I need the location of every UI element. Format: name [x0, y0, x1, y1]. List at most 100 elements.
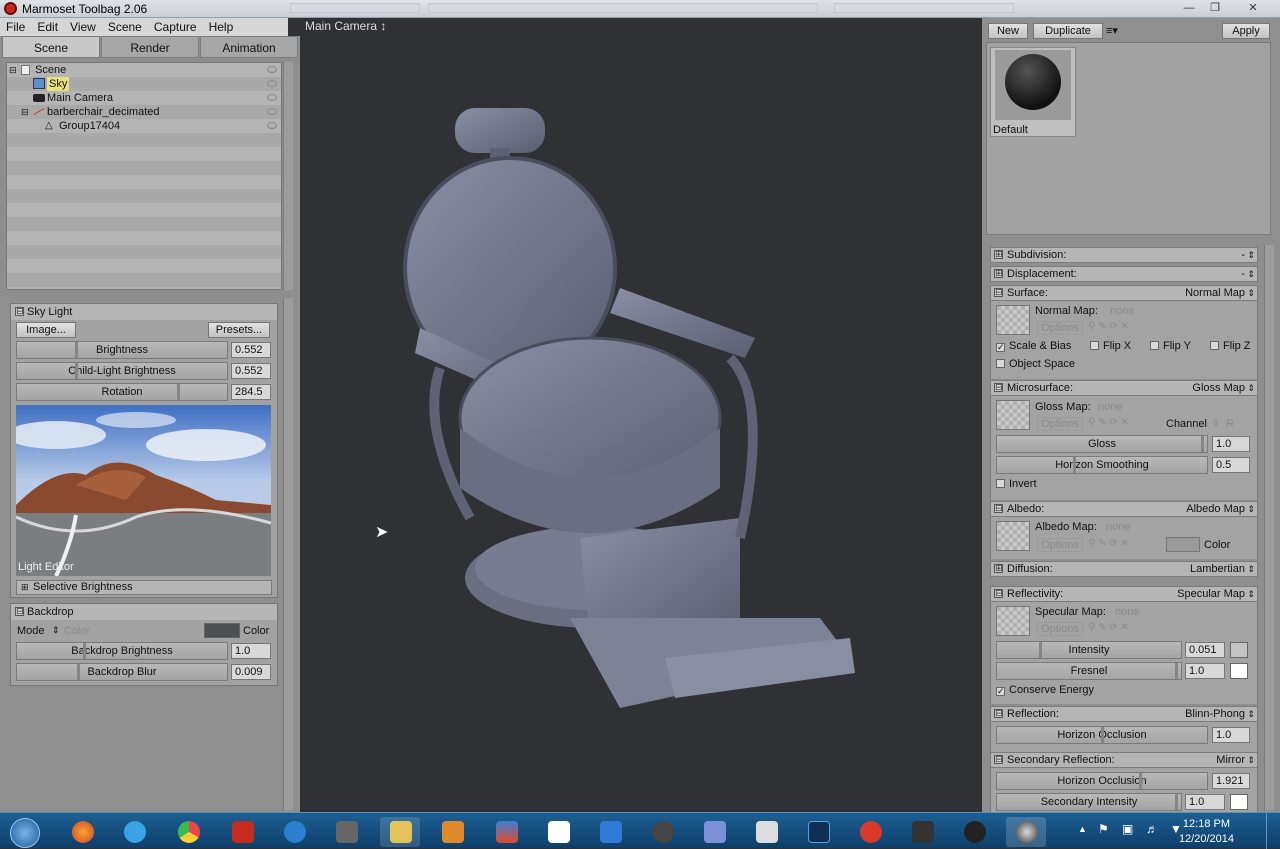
tree-item-group17404[interactable]: △ Group17404: [7, 119, 281, 133]
dropdown-icon[interactable]: ⇕: [1247, 753, 1255, 767]
collapse-icon[interactable]: ⊟: [994, 383, 1003, 392]
rotation-value[interactable]: 284.5: [231, 384, 271, 400]
dropdown-icon[interactable]: ⇕: [1247, 587, 1255, 601]
backdrop-brightness-value[interactable]: 1.0: [231, 643, 271, 659]
visibility-eye-icon[interactable]: [267, 66, 277, 73]
rotation-slider[interactable]: Rotation: [16, 383, 228, 401]
visibility-eye-icon[interactable]: [267, 94, 277, 101]
restore-icon[interactable]: ❐: [1204, 1, 1226, 15]
material-menu-icon[interactable]: ≡▾: [1106, 24, 1118, 37]
specular-map-value[interactable]: none: [1115, 606, 1139, 618]
collapse-icon[interactable]: ⊟: [15, 607, 24, 616]
panel-scrollbar[interactable]: [283, 298, 293, 810]
sky-light-header[interactable]: ⊟ Sky Light: [11, 304, 277, 320]
taskbar-substance[interactable]: [850, 817, 890, 847]
flip-y-checkbox[interactable]: Flip Y: [1150, 340, 1191, 352]
horizon-occlusion-value[interactable]: 1.0: [1212, 727, 1250, 743]
horizon-smoothing-slider[interactable]: Horizon Smoothing: [996, 456, 1208, 474]
slider-knob[interactable]: [177, 384, 180, 400]
secondary-color-swatch[interactable]: [1230, 794, 1248, 810]
slider-knob[interactable]: [1175, 794, 1178, 810]
collapse-icon[interactable]: ⊟: [9, 63, 17, 77]
taskbar-app13[interactable]: [694, 817, 734, 847]
scale-bias-checkbox[interactable]: ✓ Scale & Bias: [996, 340, 1071, 352]
mode-value[interactable]: Color: [64, 625, 90, 637]
section-value[interactable]: -: [1241, 267, 1245, 281]
taskbar-app17[interactable]: [902, 817, 942, 847]
slider-knob[interactable]: [1139, 773, 1142, 789]
diffusion-section[interactable]: ⊞ Diffusion: Lambertian ⇕: [990, 561, 1258, 577]
right-scrollbar[interactable]: [1264, 245, 1274, 810]
backdrop-brightness-slider[interactable]: Backdrop Brightness: [16, 642, 228, 660]
map-tool-icons[interactable]: ⚲ ✎ ⟳ ✕: [1088, 622, 1129, 633]
albedo-map-slot[interactable]: [996, 521, 1030, 551]
flip-x-checkbox[interactable]: Flip X: [1090, 340, 1131, 352]
slider-knob[interactable]: [1101, 727, 1104, 743]
albedo-map-value[interactable]: none: [1106, 521, 1130, 533]
section-value[interactable]: Albedo Map: [1186, 502, 1245, 516]
gloss-map-value[interactable]: none: [1098, 401, 1122, 413]
taskbar-dropbox[interactable]: [538, 817, 578, 847]
gloss-slider[interactable]: Gloss: [996, 435, 1208, 453]
section-value[interactable]: -: [1241, 248, 1245, 262]
start-button[interactable]: [4, 817, 46, 848]
specular-options-button[interactable]: Options: [1037, 622, 1083, 636]
secondary-horizon-occlusion-slider[interactable]: Horizon Occlusion: [996, 772, 1208, 790]
taskbar-app9[interactable]: [486, 817, 526, 847]
taskbar-app18[interactable]: [954, 817, 994, 847]
apply-material-button[interactable]: Apply: [1222, 23, 1270, 39]
tray-expand-icon[interactable]: ▲: [1078, 824, 1087, 834]
taskbar-firefox[interactable]: [62, 817, 102, 847]
tree-item-main-camera[interactable]: Main Camera: [7, 91, 281, 105]
channel-value[interactable]: R: [1226, 418, 1234, 430]
map-tool-icons[interactable]: ⚲ ✎ ⟳ ✕: [1088, 321, 1129, 332]
secondary-intensity-slider[interactable]: Secondary Intensity: [996, 793, 1182, 811]
tray-flag-icon[interactable]: ⚑: [1098, 822, 1109, 836]
backdrop-blur-slider[interactable]: Backdrop Blur: [16, 663, 228, 681]
slider-knob[interactable]: [77, 664, 80, 680]
show-desktop-button[interactable]: [1266, 813, 1280, 849]
gloss-value[interactable]: 1.0: [1212, 436, 1250, 452]
slider-knob[interactable]: [83, 643, 86, 659]
taskbar-explorer[interactable]: [380, 817, 420, 847]
normal-map-slot[interactable]: [996, 305, 1030, 335]
backdrop-blur-value[interactable]: 0.009: [231, 664, 271, 680]
taskbar-marmoset[interactable]: [1006, 817, 1046, 847]
invert-checkbox[interactable]: Invert: [996, 478, 1037, 490]
taskbar-zbrush[interactable]: [746, 817, 786, 847]
dropdown-icon[interactable]: ⇕: [1247, 286, 1255, 300]
displacement-section[interactable]: ⊞ Displacement: - ⇕: [990, 266, 1258, 282]
brightness-value[interactable]: 0.552: [231, 342, 271, 358]
tab-animation[interactable]: Animation: [200, 36, 298, 58]
horizon-occlusion-slider[interactable]: Horizon Occlusion: [996, 726, 1208, 744]
new-material-button[interactable]: New: [988, 23, 1028, 39]
dropdown-icon[interactable]: ⇕: [1247, 267, 1255, 281]
map-tool-icons[interactable]: ⚲ ✎ ⟳ ✕: [1088, 417, 1129, 428]
menu-capture[interactable]: Capture: [148, 18, 203, 34]
taskbar-chrome[interactable]: [168, 817, 208, 847]
expand-icon[interactable]: ⊞: [994, 564, 1003, 573]
collapse-icon[interactable]: ⊟: [994, 709, 1003, 718]
tree-item-barberchair[interactable]: ⊟ barberchair_decimated: [7, 105, 281, 119]
tab-render[interactable]: Render: [101, 36, 199, 58]
intensity-value[interactable]: 0.051: [1185, 642, 1225, 658]
albedo-color-swatch[interactable]: [1166, 537, 1200, 552]
camera-selector[interactable]: Main Camera ↕: [305, 19, 386, 33]
child-light-brightness-slider[interactable]: Child-Light Brightness: [16, 362, 228, 380]
slider-knob[interactable]: [75, 342, 78, 358]
taskbar-media[interactable]: [432, 817, 472, 847]
albedo-section[interactable]: ⊟ Albedo: Albedo Map ⇕: [990, 501, 1258, 517]
fresnel-slider[interactable]: Fresnel: [996, 662, 1182, 680]
updown-icon[interactable]: ⇕: [52, 625, 60, 636]
visibility-eye-icon[interactable]: [267, 108, 277, 115]
normal-map-value[interactable]: none: [1110, 305, 1134, 317]
menu-file[interactable]: File: [0, 18, 31, 34]
selective-brightness-row[interactable]: ⊞ Selective Brightness: [16, 580, 272, 595]
dropdown-icon[interactable]: ⇕: [1247, 381, 1255, 395]
reflectivity-section[interactable]: ⊟ Reflectivity: Specular Map ⇕: [990, 586, 1258, 602]
surface-section[interactable]: ⊟ Surface: Normal Map ⇕: [990, 285, 1258, 301]
collapse-icon[interactable]: ⊟: [994, 755, 1003, 764]
albedo-options-button[interactable]: Options: [1037, 538, 1083, 552]
tab-scene[interactable]: Scene: [2, 36, 100, 58]
section-value[interactable]: Specular Map: [1177, 587, 1245, 601]
